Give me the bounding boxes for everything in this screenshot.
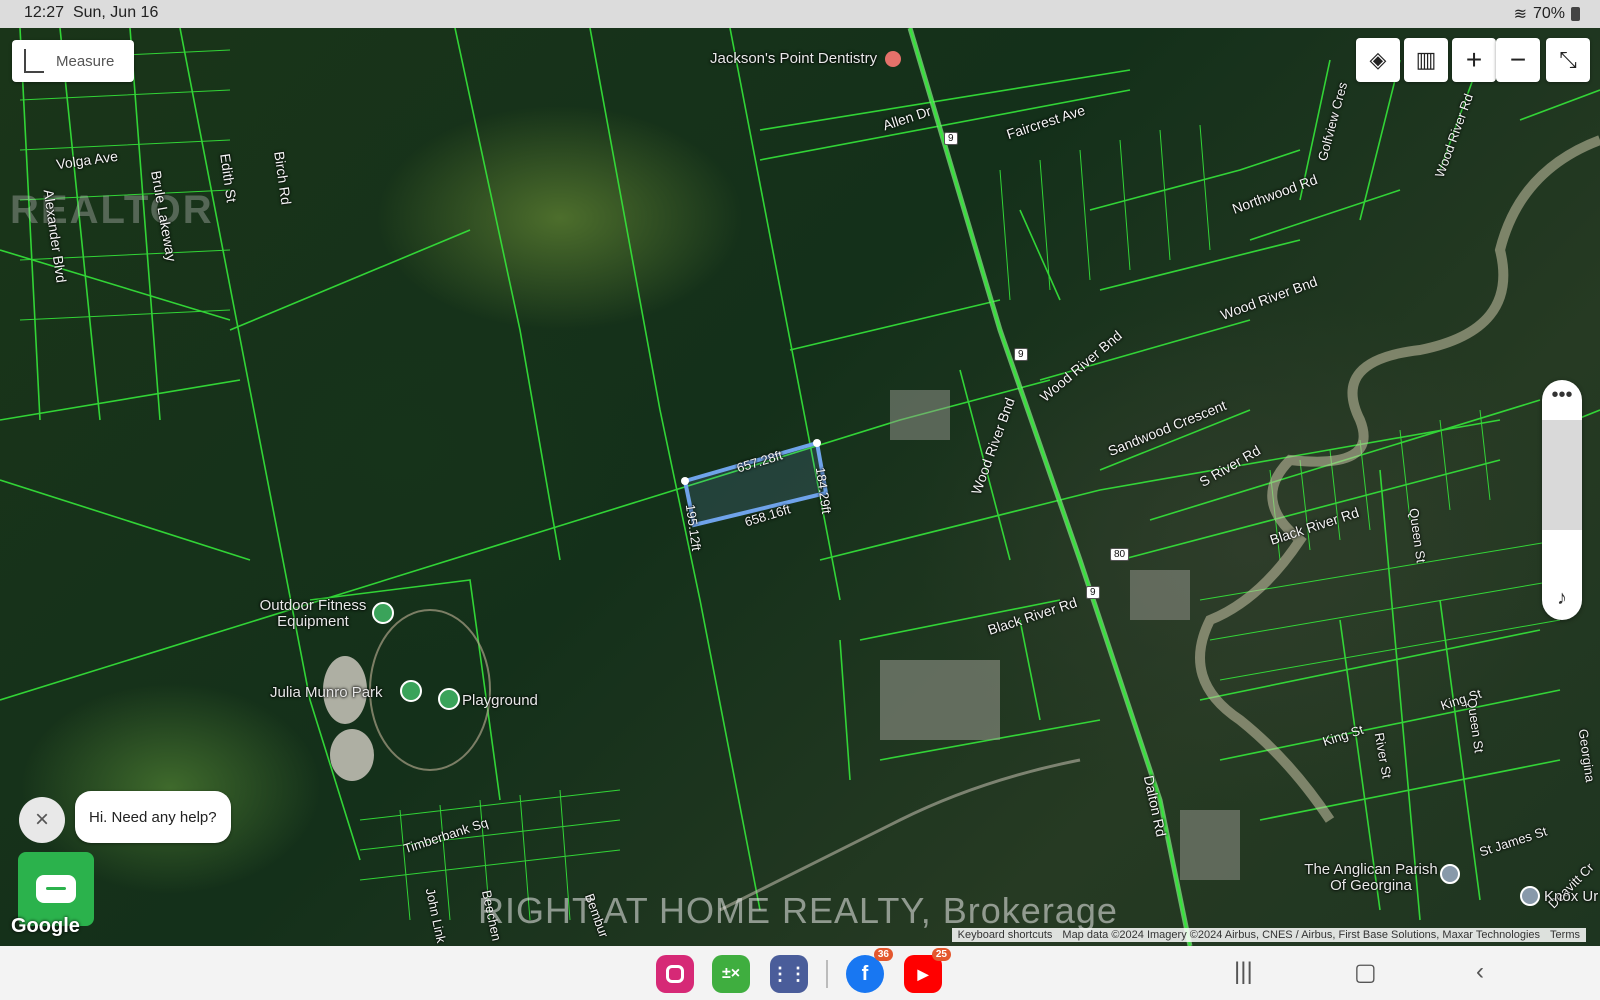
wifi-icon: ≋: [1514, 4, 1527, 24]
apps-grid-icon: ⋮⋮: [771, 964, 807, 985]
poi-church-label: The Anglican Parish Of Georgina: [1296, 862, 1446, 894]
zoom-out-button[interactable]: −: [1496, 38, 1540, 82]
church-pin-icon[interactable]: [1520, 886, 1540, 906]
facebook-badge: 36: [874, 948, 893, 961]
poi-dentistry-label: Jackson's Point Dentistry: [710, 50, 877, 67]
more-icon[interactable]: •••: [1542, 384, 1582, 407]
route-badge: 9: [1014, 348, 1028, 361]
instagram-app[interactable]: [656, 955, 694, 993]
youtube-icon: ▶: [918, 966, 929, 983]
chat-greeting[interactable]: Hi. Need any help?: [75, 791, 231, 843]
back-icon: ‹: [1476, 958, 1484, 985]
map-attribution: Keyboard shortcuts Map data ©2024 Imager…: [952, 928, 1586, 942]
poi-knox-label[interactable]: Knox Ur: [1544, 888, 1598, 905]
poi-park-label[interactable]: Julia Munro Park: [270, 684, 383, 701]
route-badge: 9: [1086, 586, 1100, 599]
google-logo: Google: [11, 915, 80, 938]
zoom-in-button[interactable]: +: [1452, 38, 1496, 82]
map-type-button[interactable]: ▥: [1404, 38, 1448, 82]
recents-icon: |||: [1234, 958, 1253, 985]
back-button[interactable]: ‹: [1476, 958, 1484, 986]
map-data-attribution: Map data ©2024 Imagery ©2024 Airbus, CNE…: [1062, 929, 1540, 941]
chat-icon: [36, 875, 76, 903]
collapse-button[interactable]: ⤡: [1546, 38, 1590, 82]
calculator-app[interactable]: ±×: [712, 955, 750, 993]
layers-icon: ◈: [1370, 47, 1387, 73]
youtube-app[interactable]: ▶ 25: [904, 955, 942, 993]
battery-percent: 70%: [1533, 5, 1565, 23]
volume-fill: [1542, 420, 1582, 530]
poi-church[interactable]: The Anglican Parish Of Georgina: [1296, 862, 1446, 894]
status-time: 12:27 Sun, Jun 16: [24, 4, 158, 22]
satellite-map[interactable]: 657.28ft 184.29ft 658.16ft 195.12ft REAL…: [0, 28, 1600, 946]
instagram-icon: [666, 965, 684, 983]
close-icon: ×: [35, 806, 49, 834]
measure-label: Measure: [56, 53, 114, 70]
ruler-icon: [24, 49, 44, 73]
poi-fitness-label: Outdoor Fitness Equipment: [248, 598, 378, 630]
facebook-app[interactable]: f 36: [846, 955, 884, 993]
facebook-icon: f: [862, 963, 869, 986]
youtube-badge: 25: [932, 948, 951, 961]
brokerage-watermark: RIGHT AT HOME REALTY, Brokerage: [478, 890, 1118, 932]
parcel-lines-layer: [0, 28, 1600, 946]
status-bar: 12:27 Sun, Jun 16 ≋ 70%: [0, 0, 1600, 28]
dock-divider: [826, 960, 828, 988]
status-right: ≋ 70%: [1514, 4, 1580, 24]
apps-grid-button[interactable]: ⋮⋮: [770, 955, 808, 993]
music-note-icon: ♪: [1542, 587, 1582, 610]
tree-pin-icon[interactable]: [400, 680, 422, 702]
medical-pin-icon: [885, 51, 901, 67]
calculator-icon: ±×: [722, 965, 740, 983]
route-badge: 9: [944, 132, 958, 145]
layers-button[interactable]: ◈: [1356, 38, 1400, 82]
poi-fitness[interactable]: Outdoor Fitness Equipment: [248, 598, 378, 630]
home-button[interactable]: ▢: [1354, 958, 1377, 987]
route-badge: 80: [1110, 548, 1129, 561]
zoom-out-icon: −: [1510, 44, 1526, 76]
poi-playground-label[interactable]: Playground: [462, 692, 538, 709]
tree-pin-icon[interactable]: [438, 688, 460, 710]
measure-button[interactable]: Measure: [12, 40, 134, 82]
battery-icon: [1571, 7, 1580, 21]
recents-button[interactable]: |||: [1234, 958, 1253, 986]
keyboard-shortcuts-link[interactable]: Keyboard shortcuts: [958, 929, 1053, 941]
chat-close-button[interactable]: ×: [19, 797, 65, 843]
home-icon: ▢: [1354, 959, 1377, 986]
map-icon: ▥: [1416, 47, 1437, 73]
collapse-icon: ⤡: [1559, 47, 1577, 73]
church-pin-icon[interactable]: [1440, 864, 1460, 884]
park-pin-icon[interactable]: [372, 602, 394, 624]
volume-slider[interactable]: ••• ♪: [1542, 380, 1582, 620]
poi-dentistry[interactable]: Jackson's Point Dentistry: [710, 50, 901, 67]
terms-link[interactable]: Terms: [1550, 929, 1580, 941]
zoom-in-icon: +: [1466, 44, 1482, 76]
